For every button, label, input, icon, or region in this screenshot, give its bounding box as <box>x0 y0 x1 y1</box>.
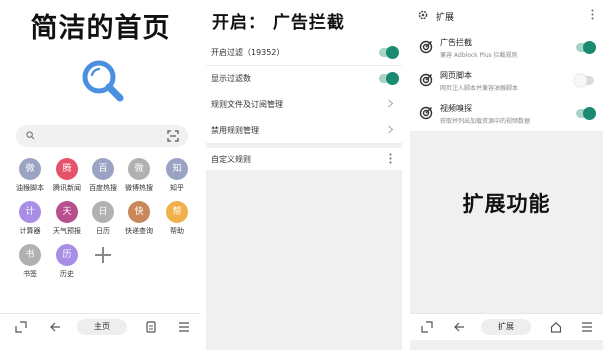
shortcut-tile-express-track[interactable]: 快快递查询 <box>125 201 153 236</box>
shortcut-glyph-icon: 日 <box>92 201 114 223</box>
shortcut-label: 油猴脚本 <box>16 184 44 192</box>
shortcut-glyph-icon: 计 <box>19 201 41 223</box>
shortcut-glyph-icon: 天 <box>56 201 78 223</box>
scan-icon[interactable] <box>167 130 179 142</box>
home-screen-panel: 简洁的首页 微油猴脚本腾腾讯新闻百百度热搜微微博热搜知知乎计计算器天天气预报日日… <box>0 0 201 350</box>
chevron-right-icon <box>388 125 394 134</box>
shortcut-tile-calculator[interactable]: 计计算器 <box>16 201 44 236</box>
shortcut-label: 快递查询 <box>125 227 153 235</box>
extensions-panel: 扩展 广告拦截 兼容 Adblock Plus 拦截规则 网页脚本 网页注入脚本… <box>410 0 603 350</box>
shortcut-glyph-icon: 微 <box>128 158 150 180</box>
extensions-pill-button[interactable]: 扩展 <box>481 319 531 335</box>
shortcut-tile-bookmarks[interactable]: 书书签 <box>16 244 44 279</box>
video-sniff-toggle[interactable] <box>576 107 596 120</box>
shortcut-label: 帮助 <box>170 227 184 235</box>
gear-icon[interactable] <box>418 10 428 20</box>
adblock-settings-panel: 开启： 广告拦截 开启过滤（19352） 显示过滤数 规则文件及订阅管理 禁用规… <box>206 0 402 350</box>
target-icon <box>419 73 433 87</box>
shortcut-glyph-icon: 快 <box>128 201 150 223</box>
shortcut-tile-weibo-hot[interactable]: 微微博热搜 <box>125 158 153 193</box>
scripts-toggle[interactable] <box>574 74 594 87</box>
settings-row-label: 规则文件及订阅管理 <box>211 100 283 109</box>
extensions-title: 扩展 <box>436 13 455 23</box>
settings-row-label: 自定义规则 <box>211 155 251 164</box>
shortcut-tile-weather[interactable]: 天天气预报 <box>53 201 81 236</box>
shortcut-label: 计算器 <box>19 227 41 235</box>
extension-item-adblock[interactable]: 广告拦截 兼容 Adblock Plus 拦截规则 <box>410 30 603 66</box>
extension-item-video-sniff[interactable]: 视频嗅探 获取并列出加载资源中的视频数据 <box>410 96 603 132</box>
chevron-right-icon <box>388 99 394 108</box>
shortcut-tile-help[interactable]: 帮帮助 <box>163 201 191 236</box>
settings-row-rule-files[interactable]: 规则文件及订阅管理 <box>206 91 402 118</box>
back-arrow-icon[interactable] <box>49 321 61 333</box>
settings-row-enable-filter[interactable]: 开启过滤（19352） <box>206 40 402 66</box>
extension-name: 网页脚本 <box>440 71 472 80</box>
shortcut-tile-history[interactable]: 历历史 <box>53 244 81 279</box>
shortcut-tile-tampermonkey[interactable]: 微油猴脚本 <box>16 158 44 193</box>
window-toggle-icon[interactable] <box>421 321 433 333</box>
settings-row-show-count[interactable]: 显示过滤数 <box>206 66 402 92</box>
shortcut-label: 知乎 <box>170 184 184 192</box>
settings-row-custom-rules[interactable]: 自定义规则 <box>206 148 402 171</box>
settings-row-label: 禁用规则管理 <box>211 126 259 135</box>
home-headline: 简洁的首页 <box>30 13 171 44</box>
menu-icon[interactable] <box>178 321 190 333</box>
shortcut-label: 百度热搜 <box>89 184 117 192</box>
extension-name: 广告拦截 <box>440 38 472 47</box>
bottom-toolbar: 扩展 <box>410 313 603 340</box>
tabs-icon[interactable] <box>145 321 157 333</box>
shortcut-label: 日历 <box>96 227 110 235</box>
shortcut-tile-calendar[interactable]: 日日历 <box>89 201 117 236</box>
extension-desc: 获取并列出加载资源中的视频数据 <box>440 118 531 125</box>
shortcut-glyph-icon: 知 <box>166 158 188 180</box>
adblock-toggle[interactable] <box>576 41 596 54</box>
shortcut-tile-baidu-hot[interactable]: 百百度热搜 <box>89 158 117 193</box>
enable-filter-toggle[interactable] <box>379 46 399 59</box>
search-icon <box>26 131 35 140</box>
shortcut-label: 天气预报 <box>53 227 81 235</box>
search-bar[interactable] <box>16 125 188 147</box>
extension-desc: 兼容 Adblock Plus 拦截规则 <box>440 52 518 59</box>
more-options-icon[interactable] <box>389 153 392 164</box>
extensions-header: 扩展 <box>410 0 603 30</box>
target-icon <box>419 40 433 54</box>
shortcut-label: 腾讯新闻 <box>53 184 81 192</box>
home-button[interactable]: 主页 <box>77 319 127 335</box>
shortcut-glyph-icon: 腾 <box>56 158 78 180</box>
back-arrow-icon[interactable] <box>453 321 465 333</box>
shortcut-tile-zhihu[interactable]: 知知乎 <box>163 158 191 193</box>
shortcut-label: 历史 <box>60 270 74 278</box>
bottom-toolbar: 主页 <box>0 313 201 340</box>
adblock-title: 开启： 广告拦截 <box>212 13 345 33</box>
shortcut-glyph-icon: 书 <box>19 244 41 266</box>
shortcut-glyph-icon: 百 <box>92 158 114 180</box>
shortcut-label: 书签 <box>23 270 37 278</box>
settings-row-label: 开启过滤（19352） <box>211 48 285 57</box>
more-options-icon[interactable] <box>591 9 594 20</box>
extension-item-scripts[interactable]: 网页脚本 网页注入脚本并兼容油猴脚本 <box>410 63 603 99</box>
adblock-header: 开启： 广告拦截 <box>206 0 402 40</box>
window-toggle-icon[interactable] <box>15 321 27 333</box>
home-icon[interactable] <box>550 321 562 333</box>
shortcut-tile-add-shortcut[interactable] <box>89 244 117 266</box>
shortcut-label: 微博热搜 <box>125 184 153 192</box>
menu-icon[interactable] <box>581 321 593 333</box>
target-icon <box>419 106 433 120</box>
show-count-toggle[interactable] <box>379 72 399 85</box>
shortcut-glyph-icon: 帮 <box>166 201 188 223</box>
settings-row-disabled-rules[interactable]: 禁用规则管理 <box>206 117 402 144</box>
extension-name: 视频嗅探 <box>440 104 472 113</box>
settings-row-label: 显示过滤数 <box>211 74 251 83</box>
magnifier-logo-icon <box>82 60 124 102</box>
shortcut-glyph-icon: 历 <box>56 244 78 266</box>
extensions-headline: 扩展功能 <box>462 192 551 216</box>
extension-desc: 网页注入脚本并兼容油猴脚本 <box>440 85 519 92</box>
shortcut-glyph-icon: 微 <box>19 158 41 180</box>
plus-icon <box>92 244 114 266</box>
shortcut-tile-tencent-news[interactable]: 腾腾讯新闻 <box>53 158 81 193</box>
